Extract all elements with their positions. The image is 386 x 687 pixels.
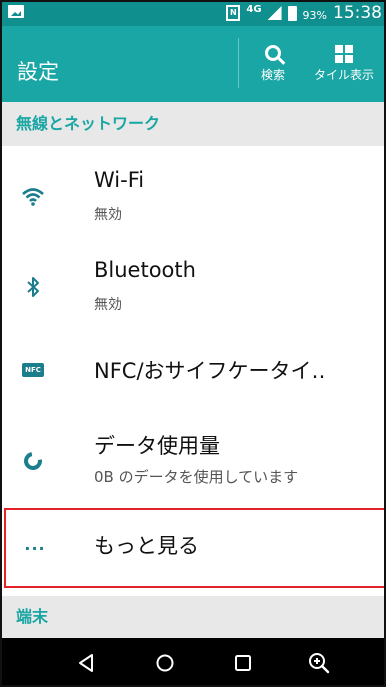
network-type: 4G xyxy=(246,3,262,15)
recent-apps-icon xyxy=(235,655,251,671)
signal-icon xyxy=(267,6,282,20)
wifi-title: Wi-Fi xyxy=(94,168,145,192)
tile-view-button-label: タイル表示 xyxy=(313,68,374,82)
setting-item-data-usage[interactable]: データ使用量 0B のデータを使用しています xyxy=(0,410,386,506)
wifi-status: 無効 xyxy=(94,207,122,223)
status-bar: N 4G 93% 15:38 xyxy=(0,0,386,26)
status-icons: N 4G 93% 15:38 xyxy=(226,0,382,26)
page-title: 設定 xyxy=(17,60,59,84)
navigation-bar xyxy=(0,638,386,687)
bluetooth-title: Bluetooth xyxy=(94,258,196,282)
recent-apps-button[interactable] xyxy=(230,650,256,676)
data-usage-title: データ使用量 xyxy=(94,434,220,458)
setting-item-bluetooth[interactable]: Bluetooth 無効 xyxy=(0,242,386,328)
data-usage-summary: 0B のデータを使用しています xyxy=(94,468,299,486)
back-button[interactable] xyxy=(74,650,100,676)
clock: 15:38 xyxy=(333,3,382,23)
battery-percent: 93% xyxy=(302,8,327,22)
nfc-icon-label: NFC xyxy=(22,363,44,377)
search-icon xyxy=(265,45,281,61)
more-icon: ··· xyxy=(24,538,46,558)
nfc-status-icon: N xyxy=(226,5,241,21)
tile-view-icon xyxy=(335,45,353,63)
home-icon xyxy=(156,654,174,672)
search-button-label: 検索 xyxy=(260,68,285,82)
app-bar-divider xyxy=(238,38,239,88)
battery-icon xyxy=(287,5,297,21)
bluetooth-icon xyxy=(20,274,46,300)
zoom-icon xyxy=(309,653,330,674)
home-button[interactable] xyxy=(152,650,178,676)
back-icon xyxy=(79,654,93,672)
gallery-notification-icon xyxy=(8,5,24,18)
nfc-icon: NFC xyxy=(20,357,46,383)
setting-item-wifi[interactable]: Wi-Fi 無効 xyxy=(0,146,386,242)
zoom-button[interactable] xyxy=(306,650,332,676)
setting-item-nfc[interactable]: NFC NFC/おサイフケータイ‥ xyxy=(0,328,386,410)
data-usage-icon xyxy=(20,448,46,474)
setting-item-more[interactable]: ··· もっと見る xyxy=(4,508,386,588)
tile-view-button[interactable]: タイル表示 xyxy=(302,26,386,102)
more-title: もっと見る xyxy=(94,534,199,558)
search-button[interactable]: 検索 xyxy=(244,26,302,102)
wifi-icon xyxy=(20,184,46,210)
nfc-title: NFC/おサイフケータイ‥ xyxy=(94,359,326,383)
section-header-device: 端末 xyxy=(0,596,386,638)
bluetooth-status: 無効 xyxy=(94,297,122,313)
section-header-wireless: 無線とネットワーク xyxy=(0,102,386,146)
app-bar: 設定 検索 タイル表示 xyxy=(0,26,386,102)
